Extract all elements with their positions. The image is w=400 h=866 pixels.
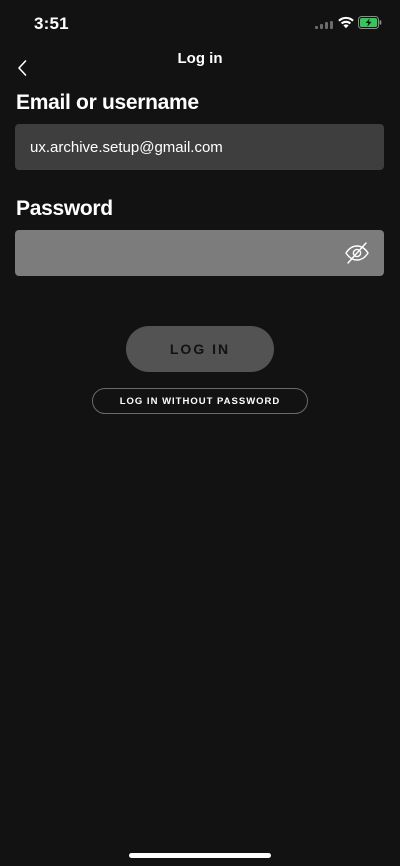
status-time: 3:51 [34, 14, 69, 33]
email-field-container [15, 124, 384, 170]
password-label: Password [16, 197, 113, 220]
email-input[interactable] [15, 124, 384, 170]
eye-slash-icon[interactable] [344, 241, 370, 265]
battery-charging-icon [358, 16, 382, 29]
wifi-icon [338, 16, 354, 29]
email-label: Email or username [16, 91, 199, 114]
page-title: Log in [177, 50, 223, 67]
signal-icon [315, 21, 333, 29]
home-indicator [129, 853, 271, 858]
login-screen: 3:51 Log in Email or username Password [0, 0, 400, 866]
password-field-container [15, 230, 384, 276]
password-input[interactable] [15, 230, 384, 276]
status-bar: 3:51 [0, 0, 400, 46]
login-button[interactable]: LOG IN [126, 326, 274, 372]
login-without-password-button[interactable]: LOG IN WITHOUT PASSWORD [92, 388, 308, 414]
